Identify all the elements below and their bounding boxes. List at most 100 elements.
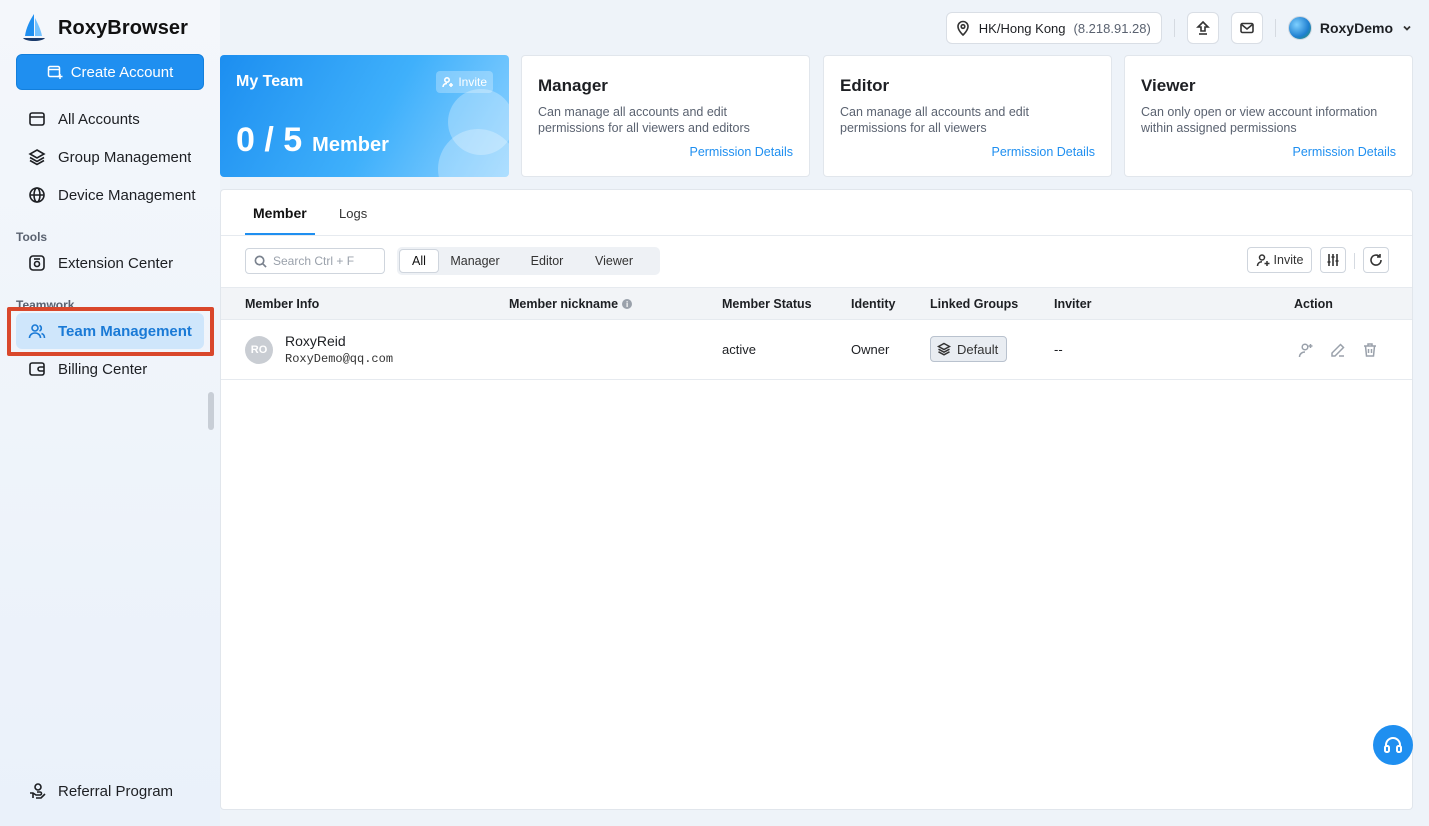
- filter-editor[interactable]: Editor: [511, 249, 583, 273]
- search-icon: [254, 255, 267, 268]
- toolbar-divider: [1354, 253, 1355, 269]
- sidebar-item-label: Device Management: [58, 186, 196, 204]
- sidebar-item-group-management[interactable]: Group Management: [16, 139, 204, 175]
- delete-member-button[interactable]: [1362, 342, 1378, 358]
- member-count-value: 0 / 5: [236, 121, 303, 159]
- decorative-bubble: [438, 129, 509, 177]
- member-avatar: RO: [245, 336, 273, 364]
- upgrade-button[interactable]: [1186, 12, 1219, 44]
- referral-hand-icon: [30, 783, 46, 799]
- teamwork-section-label: Teamwork: [16, 298, 75, 312]
- info-icon[interactable]: i: [622, 299, 633, 309]
- viewer-permission-details-link[interactable]: Permission Details: [1292, 145, 1396, 159]
- support-chat-button[interactable]: [1373, 725, 1413, 765]
- col-member-nickname: Member nickname i: [509, 297, 633, 311]
- member-count-unit: Member: [312, 134, 389, 156]
- filter-all[interactable]: All: [399, 249, 439, 273]
- members-panel: Member Logs All Manager Editor Viewer In…: [220, 189, 1413, 810]
- sidebar: RoxyBrowser Create Account All Accounts …: [0, 0, 220, 826]
- role-title: Viewer: [1141, 76, 1196, 95]
- sidebar-item-extension-center[interactable]: Extension Center: [16, 245, 204, 281]
- invite-member-button[interactable]: Invite: [1247, 247, 1312, 273]
- viewer-role-card: Viewer Can only open or view account inf…: [1124, 55, 1413, 177]
- folder-icon: [29, 112, 45, 126]
- filter-viewer[interactable]: Viewer: [583, 249, 645, 273]
- user-avatar-globe-icon: [1287, 16, 1312, 40]
- users-icon: [28, 324, 46, 339]
- wallet-icon: [29, 362, 45, 376]
- linked-group-name: Default: [957, 341, 999, 357]
- team-invite-button[interactable]: Invite: [436, 71, 493, 93]
- col-linked-groups: Linked Groups: [930, 297, 1019, 311]
- invite-label: Invite: [1273, 253, 1304, 267]
- trash-icon: [1364, 343, 1376, 357]
- user-menu[interactable]: RoxyDemo: [1287, 16, 1413, 40]
- edit-member-button[interactable]: [1330, 342, 1346, 358]
- assign-user-button[interactable]: [1298, 342, 1314, 358]
- col-identity: Identity: [851, 297, 896, 311]
- pencil-icon: [1331, 343, 1345, 357]
- role-title: Manager: [538, 76, 608, 95]
- role-description: Can only open or view account informatio…: [1141, 105, 1378, 135]
- tools-section-label: Tools: [16, 230, 48, 244]
- member-status: active: [722, 342, 756, 357]
- tab-member[interactable]: Member: [253, 205, 307, 221]
- member-email: RoxyDemo@qq.com: [285, 352, 394, 366]
- top-bar: HK/Hong Kong (8.218.91.28) RoxyDemo: [945, 12, 1413, 44]
- create-account-label: Create Account: [70, 63, 174, 81]
- location-ip: (8.218.91.28): [1073, 20, 1151, 36]
- app-logo[interactable]: RoxyBrowser: [20, 12, 188, 44]
- chevron-down-icon: [1403, 25, 1411, 31]
- sidebar-item-label: Team Management: [58, 322, 192, 340]
- create-account-button[interactable]: Create Account: [16, 54, 204, 90]
- role-filter: All Manager Editor Viewer: [397, 247, 660, 275]
- sidebar-item-billing-center[interactable]: Billing Center: [16, 351, 204, 387]
- headset-icon: [1384, 737, 1402, 753]
- filter-manager[interactable]: Manager: [439, 249, 511, 273]
- linked-group-tag[interactable]: Default: [930, 336, 1008, 362]
- member-identity: Owner: [851, 342, 890, 357]
- create-account-icon: [47, 65, 63, 79]
- col-member-info: Member Info: [245, 297, 320, 311]
- refresh-icon: [1370, 254, 1382, 266]
- sidebar-item-label: Billing Center: [58, 360, 148, 378]
- role-description: Can manage all accounts and edit permiss…: [840, 105, 1030, 135]
- col-member-status: Member Status: [722, 297, 812, 311]
- team-invite-label: Invite: [458, 75, 487, 89]
- sidebar-item-label: Extension Center: [58, 254, 174, 272]
- mail-icon: [1240, 22, 1254, 34]
- col-action: Action: [1294, 297, 1333, 311]
- member-name: RoxyReid: [285, 333, 346, 349]
- topbar-divider: [1274, 19, 1276, 37]
- upload-arrow-icon: [1195, 20, 1210, 35]
- sidebar-item-label: All Accounts: [58, 110, 140, 128]
- sidebar-item-team-management[interactable]: Team Management: [16, 313, 204, 349]
- refresh-button[interactable]: [1363, 247, 1389, 273]
- editor-permission-details-link[interactable]: Permission Details: [991, 145, 1095, 159]
- column-settings-button[interactable]: [1320, 247, 1346, 273]
- manager-permission-details-link[interactable]: Permission Details: [689, 145, 793, 159]
- sidebar-item-label: Referral Program: [58, 782, 174, 800]
- extension-icon: [29, 255, 45, 271]
- col-member-nickname-label: Member nickname: [509, 297, 619, 311]
- topbar-divider: [1173, 19, 1175, 37]
- sidebar-item-label: Group Management: [58, 148, 192, 166]
- location-pin-icon: [956, 20, 969, 36]
- messages-button[interactable]: [1230, 12, 1263, 44]
- sidebar-scrollbar[interactable]: [208, 392, 214, 430]
- sidebar-item-referral-program[interactable]: Referral Program: [16, 773, 204, 809]
- role-description: Can manage all accounts and edit permiss…: [538, 105, 750, 135]
- col-inviter: Inviter: [1054, 297, 1092, 311]
- tab-logs[interactable]: Logs: [339, 206, 367, 221]
- globe-icon: [29, 187, 45, 203]
- sidebar-item-all-accounts[interactable]: All Accounts: [16, 101, 204, 137]
- search-input[interactable]: [273, 254, 373, 268]
- table-header: Member Info Member nickname i Member Sta…: [221, 287, 1412, 320]
- location-name: HK/Hong Kong: [978, 20, 1066, 36]
- location-selector[interactable]: HK/Hong Kong (8.218.91.28): [945, 12, 1162, 44]
- sidebar-item-device-management[interactable]: Device Management: [16, 177, 196, 213]
- sliders-icon: [1327, 254, 1339, 266]
- member-search[interactable]: [245, 248, 385, 274]
- user-plus-icon: [1256, 254, 1270, 267]
- layers-icon: [937, 342, 951, 356]
